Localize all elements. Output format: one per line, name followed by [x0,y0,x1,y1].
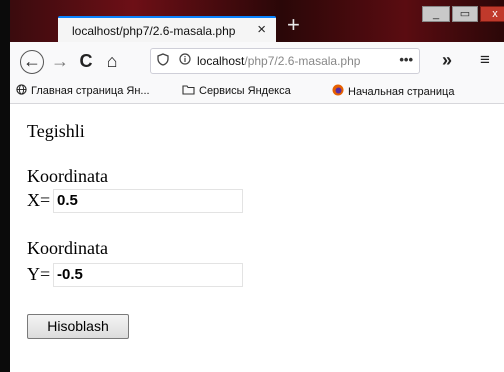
y-coordinate-label: Koordinata [27,238,108,258]
forward-button[interactable]: → [48,49,72,73]
firefox-icon [332,84,344,98]
bookmark-label: Начальная страница [348,86,455,98]
new-tab-button[interactable]: + [287,14,300,36]
bookmark-label: Сервисы Яндекса [199,85,291,97]
overflow-menu-icon[interactable]: » [442,50,452,71]
folder-icon [182,84,195,97]
title-bar: localhost/php7/2.6-masala.php × + _ ▭ x [10,0,504,43]
y-prefix-label: Y= [27,264,51,284]
y-input[interactable]: -0.5 [53,263,243,287]
shield-icon[interactable] [157,53,169,69]
maximize-button[interactable]: ▭ [452,6,478,22]
bookmark-yandex-home[interactable]: Главная страница Ян... [16,84,150,97]
globe-icon [16,84,27,97]
tab-title: localhost/php7/2.6-masala.php [72,24,236,38]
window-edge [0,0,10,372]
tab-active[interactable]: localhost/php7/2.6-masala.php × [58,16,276,43]
navigation-toolbar: ← → C ⌂ localhost/php7/2.6-masala.php ••… [10,42,504,80]
reload-button[interactable]: C [74,49,98,73]
bookmarks-bar: Главная страница Ян... Сервисы Яндекса Н… [10,80,504,104]
home-button[interactable]: ⌂ [100,49,124,73]
close-window-button[interactable]: x [480,6,504,22]
page-content: Tegishli Koordinata X= 0.5 Koordinata Y=… [10,104,504,372]
browser-window: localhost/php7/2.6-masala.php × + _ ▭ x … [0,0,504,372]
tab-close-icon[interactable]: × [257,21,266,38]
x-coordinate-label: Koordinata [27,166,108,186]
bookmark-yandex-services[interactable]: Сервисы Яндекса [182,84,291,97]
url-text[interactable]: localhost/php7/2.6-masala.php [197,54,360,68]
address-bar[interactable]: localhost/php7/2.6-masala.php ••• [150,48,420,74]
url-host: localhost [197,54,245,68]
minimize-button[interactable]: _ [422,6,450,22]
x-input[interactable]: 0.5 [53,189,243,213]
hamburger-menu-icon[interactable]: ≡ [480,50,490,70]
x-prefix-label: X= [27,190,51,210]
info-icon[interactable] [179,53,191,68]
page-heading: Tegishli [27,121,85,141]
page-actions-icon[interactable]: ••• [399,52,413,67]
bookmark-start-page[interactable]: Начальная страница [332,84,454,98]
calculate-button[interactable]: Hisoblash [27,314,129,339]
url-path: /php7/2.6-masala.php [244,54,361,68]
bookmark-label: Главная страница Ян... [31,85,150,97]
back-button[interactable]: ← [20,50,44,74]
